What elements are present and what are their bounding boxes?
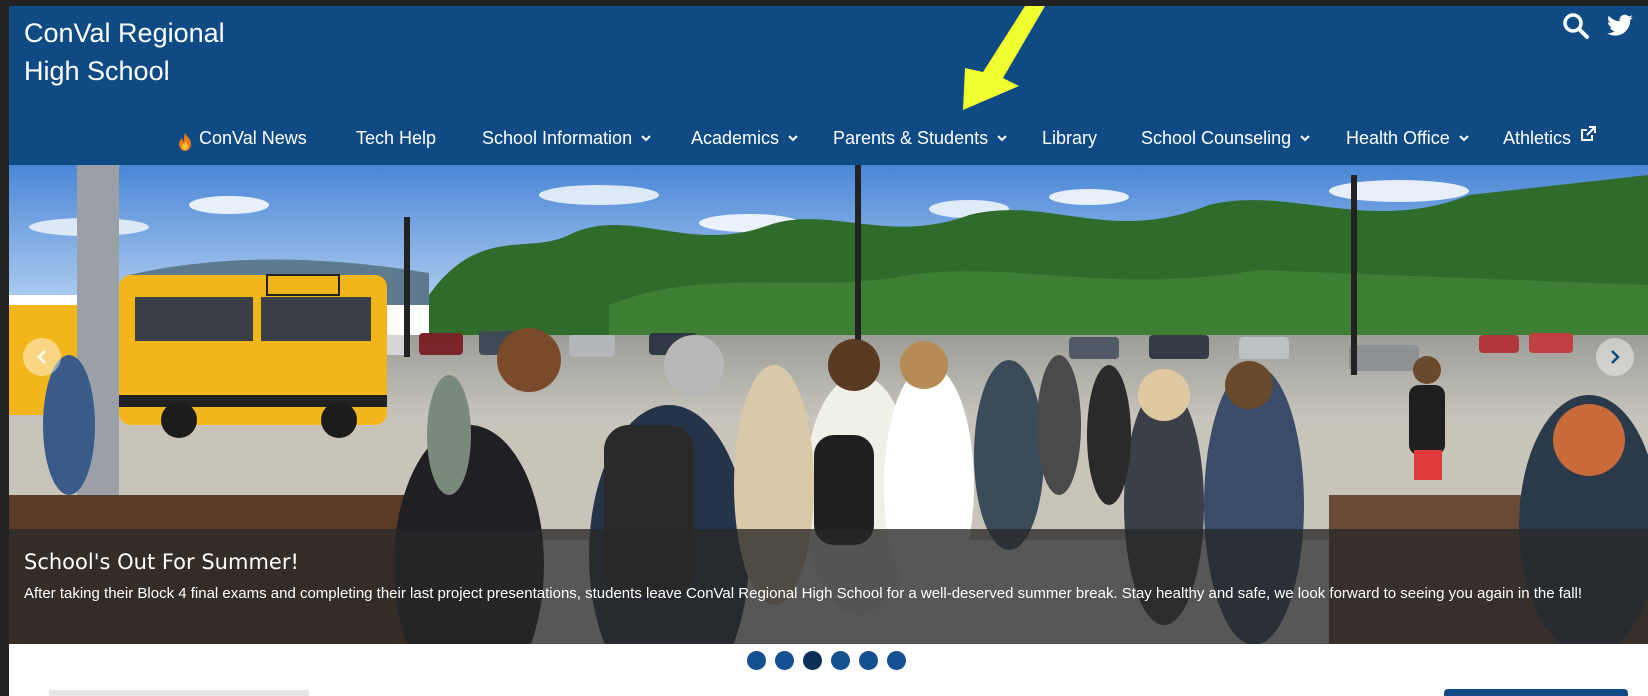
nav-item-label: ConVal News: [199, 128, 307, 148]
header-icons: [1562, 12, 1634, 40]
hero-carousel: School's Out For Summer! After taking th…: [9, 165, 1648, 644]
carousel-dot[interactable]: [775, 651, 794, 670]
nav-item-label: Tech Help: [356, 128, 437, 148]
carousel-prev-button[interactable]: [23, 338, 61, 376]
external-link-icon: [1581, 126, 1597, 141]
site-header: ConVal Regional High School ConVal News …: [9, 6, 1648, 165]
section-button-cutoff[interactable]: [1444, 689, 1628, 696]
nav-item-label: Health Office: [1346, 128, 1450, 148]
carousel-next-button[interactable]: [1596, 338, 1634, 376]
flame-icon: [177, 128, 193, 151]
page: ConVal Regional High School ConVal News …: [9, 6, 1648, 696]
nav-item-parents-students[interactable]: Parents & Students: [833, 120, 1008, 156]
nav-item-school-counseling[interactable]: School Counseling: [1141, 120, 1311, 156]
chevron-down-icon: [997, 135, 1007, 142]
chevron-down-icon: [641, 135, 651, 142]
site-title[interactable]: ConVal Regional High School: [24, 14, 225, 90]
nav-item-conval-news[interactable]: ConVal News: [177, 120, 307, 156]
carousel-dot[interactable]: [887, 651, 906, 670]
nav-item-label: Athletics: [1503, 128, 1572, 148]
chevron-down-icon: [1300, 135, 1310, 142]
slide-caption-text: After taking their Block 4 final exams a…: [24, 585, 1583, 602]
nav-item-library[interactable]: Library: [1042, 120, 1097, 156]
nav-item-academics[interactable]: Academics: [691, 120, 799, 156]
carousel-dot[interactable]: [747, 651, 766, 670]
slide-caption: School's Out For Summer! After taking th…: [9, 529, 1648, 644]
carousel-dot[interactable]: [831, 651, 850, 670]
nav-item-label: School Counseling: [1141, 128, 1292, 148]
slide-caption-title[interactable]: School's Out For Summer!: [24, 549, 299, 575]
nav-item-health-office[interactable]: Health Office: [1346, 120, 1470, 156]
section-heading-cutoff: [49, 690, 309, 696]
nav-item-label: Library: [1042, 128, 1098, 148]
carousel-dot[interactable]: [859, 651, 878, 670]
chevron-down-icon: [788, 135, 798, 142]
chevron-right-icon: [1611, 350, 1620, 364]
nav-item-label: Academics: [691, 128, 780, 148]
nav-item-label: Parents & Students: [833, 128, 989, 148]
carousel-indicators: [747, 651, 906, 670]
search-icon[interactable]: [1562, 12, 1590, 40]
nav-item-athletics[interactable]: Athletics: [1503, 120, 1597, 156]
chevron-down-icon: [1459, 135, 1469, 142]
nav-item-school-information[interactable]: School Information: [482, 120, 652, 156]
annotation-arrow-icon: [963, 6, 1045, 110]
nav-item-label: School Information: [482, 128, 633, 148]
twitter-icon[interactable]: [1606, 12, 1634, 40]
main-nav: ConVal News Tech Help School Information…: [9, 120, 1648, 156]
nav-item-tech-help[interactable]: Tech Help: [356, 120, 436, 156]
chevron-left-icon: [37, 350, 46, 364]
carousel-dot-active[interactable]: [803, 651, 822, 670]
